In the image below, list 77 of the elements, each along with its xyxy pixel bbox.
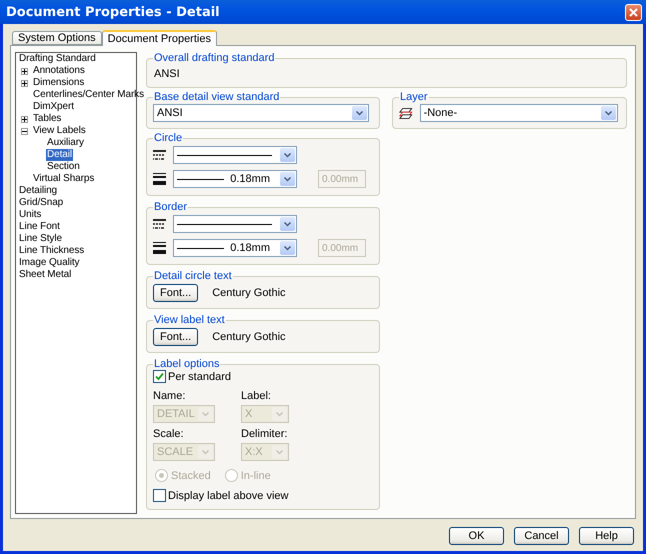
collapse-icon[interactable] xyxy=(21,128,28,134)
group-title: Border xyxy=(153,201,188,213)
dialog-button[interactable]: Help xyxy=(579,527,634,545)
group-title: Base detail view standard xyxy=(153,91,280,103)
tree-item[interactable]: Detailing xyxy=(18,185,58,197)
dropdown[interactable]: 0.18mm xyxy=(173,170,297,188)
font-button[interactable]: Font... xyxy=(153,328,198,346)
dialog-button[interactable]: OK xyxy=(449,527,504,545)
dropdown[interactable]: 0.18mm xyxy=(173,239,297,257)
tree-item[interactable]: Image Quality xyxy=(18,257,80,269)
tree-item[interactable]: Section xyxy=(46,161,81,173)
group-title: Detail circle text xyxy=(153,270,233,282)
tree-item[interactable]: DimXpert xyxy=(32,101,75,113)
line-sample-icon xyxy=(177,178,224,180)
chevron-down-icon xyxy=(202,412,209,416)
close-icon xyxy=(629,8,638,16)
chevron-down-icon xyxy=(202,450,209,454)
tree-item[interactable]: Line Font xyxy=(18,221,61,233)
checkmark-icon xyxy=(155,372,164,381)
tree-item[interactable]: Units xyxy=(18,209,42,221)
layers-icon xyxy=(399,106,413,120)
group-title: Layer xyxy=(399,91,429,103)
tree-item[interactable]: Drafting Standard xyxy=(18,53,97,65)
tab[interactable]: Document Properties xyxy=(102,30,217,46)
chevron-down-icon xyxy=(276,450,283,454)
chevron-down-icon xyxy=(284,176,291,182)
expand-icon[interactable] xyxy=(21,116,28,122)
tree-item[interactable]: Detail xyxy=(46,149,73,161)
tree-item[interactable]: Grid/Snap xyxy=(18,197,64,209)
checkbox[interactable] xyxy=(153,370,166,383)
group-title: Label options xyxy=(153,358,220,370)
tree-item[interactable]: Dimensions xyxy=(32,77,86,89)
tab[interactable]: System Options xyxy=(12,31,102,45)
tree-item[interactable]: View Labels xyxy=(32,125,87,137)
tree-item[interactable]: Auxiliary xyxy=(46,137,85,149)
group-title: View label text xyxy=(153,314,226,326)
line-style-icon xyxy=(153,150,166,160)
window-title: Document Properties - Detail xyxy=(6,4,220,20)
tree-item[interactable]: Tables xyxy=(32,113,62,125)
field-label: Label: xyxy=(241,390,272,402)
line-sample-icon xyxy=(177,154,272,156)
chevron-down-icon xyxy=(284,246,291,250)
font-name: Century Gothic xyxy=(212,331,286,343)
field-label: Scale: xyxy=(153,428,185,440)
line-thickness-icon xyxy=(153,173,166,185)
group-title: Circle xyxy=(153,132,184,144)
font-button[interactable]: Font... xyxy=(153,284,198,302)
tree-item[interactable]: Virtual Sharps xyxy=(32,173,96,185)
checkbox-label: Display label above view xyxy=(168,490,288,502)
chevron-down-icon xyxy=(284,222,291,226)
chevron-down-icon xyxy=(276,412,283,416)
tree-item[interactable]: Annotations xyxy=(32,65,86,77)
chevron-down-icon xyxy=(284,152,291,158)
expand-icon[interactable] xyxy=(21,80,28,86)
group-title: Overall drafting standard xyxy=(153,52,276,64)
dropdown[interactable]: ANSI xyxy=(153,104,369,122)
font-name: Century Gothic xyxy=(212,287,286,299)
radio-label: Stacked xyxy=(171,470,211,482)
field-label: Name: xyxy=(153,390,186,402)
close-button[interactable] xyxy=(625,4,642,20)
dropdown[interactable] xyxy=(173,215,297,233)
tree-item[interactable]: Line Thickness xyxy=(18,245,86,257)
dropdown[interactable] xyxy=(173,146,297,164)
expand-icon[interactable] xyxy=(21,68,28,74)
chevron-down-icon xyxy=(605,110,612,116)
chevron-down-icon xyxy=(356,110,363,116)
line-thickness-icon xyxy=(153,242,166,254)
standard-value: ANSI xyxy=(153,67,181,82)
tree-item[interactable]: Line Style xyxy=(18,233,63,245)
line-style-icon xyxy=(153,218,166,230)
dialog-button[interactable]: Cancel xyxy=(514,527,569,545)
tree-item[interactable]: Sheet Metal xyxy=(18,269,72,281)
checkbox-label: Per standard xyxy=(168,370,231,382)
field-label: Delimiter: xyxy=(241,428,288,440)
dropdown[interactable]: -None- xyxy=(420,104,618,122)
checkbox[interactable] xyxy=(153,489,166,502)
radio-label: In-line xyxy=(240,470,271,482)
